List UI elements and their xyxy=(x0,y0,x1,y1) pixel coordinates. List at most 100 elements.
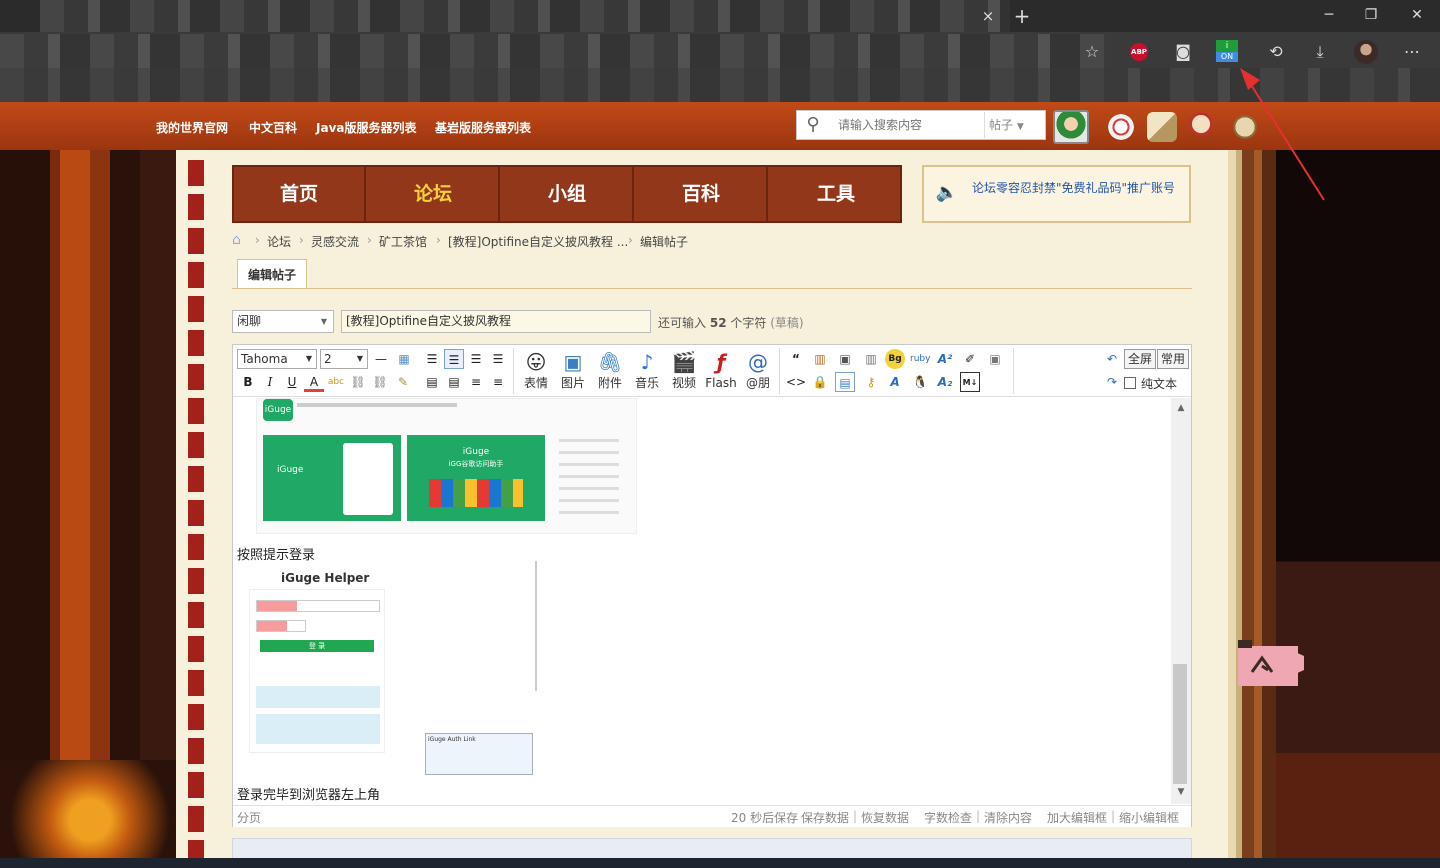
favorites-add-icon[interactable]: ☆ xyxy=(1077,38,1107,66)
address-bar[interactable] xyxy=(0,34,1112,68)
font-color-button[interactable]: A xyxy=(304,372,324,392)
redo-icon[interactable]: ↷ xyxy=(1102,372,1122,392)
shrink-editor-link[interactable]: 缩小编辑框 xyxy=(1119,809,1179,826)
undo-icon[interactable]: ↶ xyxy=(1102,349,1122,369)
page-icon[interactable]: ▤ xyxy=(835,372,855,392)
float-right-icon[interactable]: ▤ xyxy=(444,372,464,392)
link-wiki[interactable]: 中文百科 xyxy=(249,119,297,136)
post-type-select[interactable]: 闲聊 ▼ xyxy=(232,310,334,333)
video-button[interactable]: 🎬 视频 xyxy=(667,349,701,393)
editor-content[interactable]: iGuge iGuge iGuge iGG谷歌访问助手 按照提示登录 iGuge… xyxy=(233,398,1171,804)
notice-link[interactable]: 论坛零容忍封禁"免费礼品码"推广账号 xyxy=(972,179,1175,196)
fullscreen-button[interactable]: 全屏 xyxy=(1124,349,1157,369)
common-button[interactable]: 常用 xyxy=(1157,349,1190,369)
align-center-icon[interactable]: ☰ xyxy=(466,349,486,369)
underline-button[interactable]: U xyxy=(282,372,302,392)
align-justify-icon[interactable]: ☰ xyxy=(444,349,464,369)
save-data-link[interactable]: 保存数据 xyxy=(801,809,849,826)
breadcrumb-teahouse[interactable]: 矿工茶馆 xyxy=(379,233,427,250)
tab-close-icon[interactable]: × xyxy=(978,6,998,26)
block-icon[interactable] xyxy=(1147,112,1177,142)
search-type-select[interactable]: 帖子 ▼ xyxy=(984,112,1044,138)
breadcrumb-forum[interactable]: 论坛 xyxy=(267,233,291,250)
search-icon[interactable]: ⚲ xyxy=(800,112,826,138)
profile-icon[interactable] xyxy=(1354,40,1378,64)
nav-groups[interactable]: 小组 xyxy=(502,167,634,221)
clear-format-icon[interactable]: ✎ xyxy=(393,372,413,392)
link-official-site[interactable]: 我的世界官网 xyxy=(156,119,228,136)
more-icon[interactable]: ⋯ xyxy=(1397,38,1427,66)
link-icon[interactable]: ⛓ xyxy=(348,372,368,392)
markdown-icon[interactable]: M↓ xyxy=(960,372,980,392)
hr-button[interactable]: — xyxy=(371,349,391,369)
ruby-icon[interactable]: ruby xyxy=(910,349,930,369)
nav-home[interactable]: 首页 xyxy=(234,167,366,221)
table-icon[interactable]: ▦ xyxy=(394,349,414,369)
nav-forum[interactable]: 论坛 xyxy=(368,167,500,221)
template-icon[interactable]: ▣ xyxy=(985,349,1005,369)
reading-icon[interactable]: ◙ xyxy=(1168,38,1198,66)
size-select[interactable]: 2 ▼ xyxy=(320,349,368,369)
layout-icon[interactable]: ▥ xyxy=(861,349,881,369)
free-icon[interactable]: ▥ xyxy=(810,349,830,369)
font-select[interactable]: Tahoma ▼ xyxy=(237,349,317,369)
post-title-input[interactable]: [教程]Optifine自定义披风教程 xyxy=(341,310,651,333)
clear-content-link[interactable]: 清除内容 xyxy=(984,809,1032,826)
breadcrumb-inspiration[interactable]: 灵感交流 xyxy=(311,233,359,250)
nav-wiki[interactable]: 百科 xyxy=(636,167,768,221)
scrollbar-thumb[interactable] xyxy=(1173,664,1187,784)
unordered-list-icon[interactable]: ≡ xyxy=(488,372,508,392)
close-window-button[interactable]: ✕ xyxy=(1394,0,1440,30)
minimize-button[interactable]: ─ xyxy=(1306,0,1352,30)
hide-icon[interactable]: 🔒 xyxy=(810,372,830,392)
bold-button[interactable]: B xyxy=(238,372,258,392)
nav-tools[interactable]: 工具 xyxy=(770,167,902,221)
iguge-icon[interactable]: i ON xyxy=(1216,40,1238,64)
image-button[interactable]: ▣ 图片 xyxy=(556,349,590,393)
align-left-icon[interactable]: ☰ xyxy=(422,349,442,369)
background-color-icon[interactable]: Bg xyxy=(885,349,905,369)
pagebreak-link[interactable]: 分页 xyxy=(237,809,261,826)
restore-button[interactable]: ❐ xyxy=(1348,0,1394,30)
link-java-servers[interactable]: Java版服务器列表 xyxy=(316,119,416,136)
home-icon[interactable]: ⌂ xyxy=(232,232,248,248)
user-avatar[interactable] xyxy=(1053,110,1089,144)
emoji-button[interactable]: 😛 表情 xyxy=(519,349,553,393)
breadcrumb-thread[interactable]: [教程]Optifine自定义披风教程 ... xyxy=(448,233,628,250)
font-style-icon[interactable]: A xyxy=(885,372,905,392)
pen-icon[interactable]: ✐ xyxy=(960,349,980,369)
password-icon[interactable]: ⚷ xyxy=(861,372,881,392)
qq-icon[interactable]: 🐧 xyxy=(910,372,930,392)
music-button[interactable]: ♪ 音乐 xyxy=(630,349,664,393)
ordered-list-icon[interactable]: ≡ xyxy=(466,372,486,392)
float-left-icon[interactable]: ▤ xyxy=(422,372,442,392)
highlight-icon[interactable]: abc xyxy=(326,372,346,392)
mention-button[interactable]: @ @朋 xyxy=(741,349,775,393)
history-icon[interactable]: ⟲ xyxy=(1261,38,1291,66)
quote-button[interactable]: “ xyxy=(786,349,806,369)
tab-edit-post[interactable]: 编辑帖子 xyxy=(237,259,307,289)
code-button[interactable]: <> xyxy=(786,372,806,392)
enlarge-editor-link[interactable]: 加大编辑框 xyxy=(1047,809,1107,826)
align-right-icon[interactable]: ☰ xyxy=(488,349,508,369)
attachment-button[interactable]: 🖇 附件 xyxy=(593,349,627,393)
scroll-up-icon[interactable]: ▲ xyxy=(1171,400,1191,416)
superscript-icon[interactable]: A² xyxy=(935,349,955,369)
subscript-icon[interactable]: A₂ xyxy=(935,372,955,392)
restore-data-link[interactable]: 恢复数据 xyxy=(861,809,909,826)
italic-button[interactable]: I xyxy=(260,372,280,392)
abp-icon[interactable]: ABP xyxy=(1130,43,1148,61)
notification-icon[interactable] xyxy=(1189,112,1219,142)
unlink-icon[interactable]: ⛓ xyxy=(370,372,390,392)
browser-tab[interactable] xyxy=(40,0,1010,32)
index-icon[interactable]: ▣ xyxy=(835,349,855,369)
word-check-link[interactable]: 字数检查 xyxy=(924,809,972,826)
plaintext-checkbox[interactable] xyxy=(1124,377,1136,389)
flash-button[interactable]: ƒ Flash xyxy=(704,349,738,393)
download-icon[interactable]: ⤓ xyxy=(1305,38,1335,66)
new-tab-button[interactable]: + xyxy=(1010,4,1034,28)
message-icon[interactable] xyxy=(1106,112,1136,142)
search-input[interactable] xyxy=(832,114,982,136)
link-bedrock-servers[interactable]: 基岩版服务器列表 xyxy=(435,119,531,136)
scroll-down-icon[interactable]: ▼ xyxy=(1171,784,1191,800)
